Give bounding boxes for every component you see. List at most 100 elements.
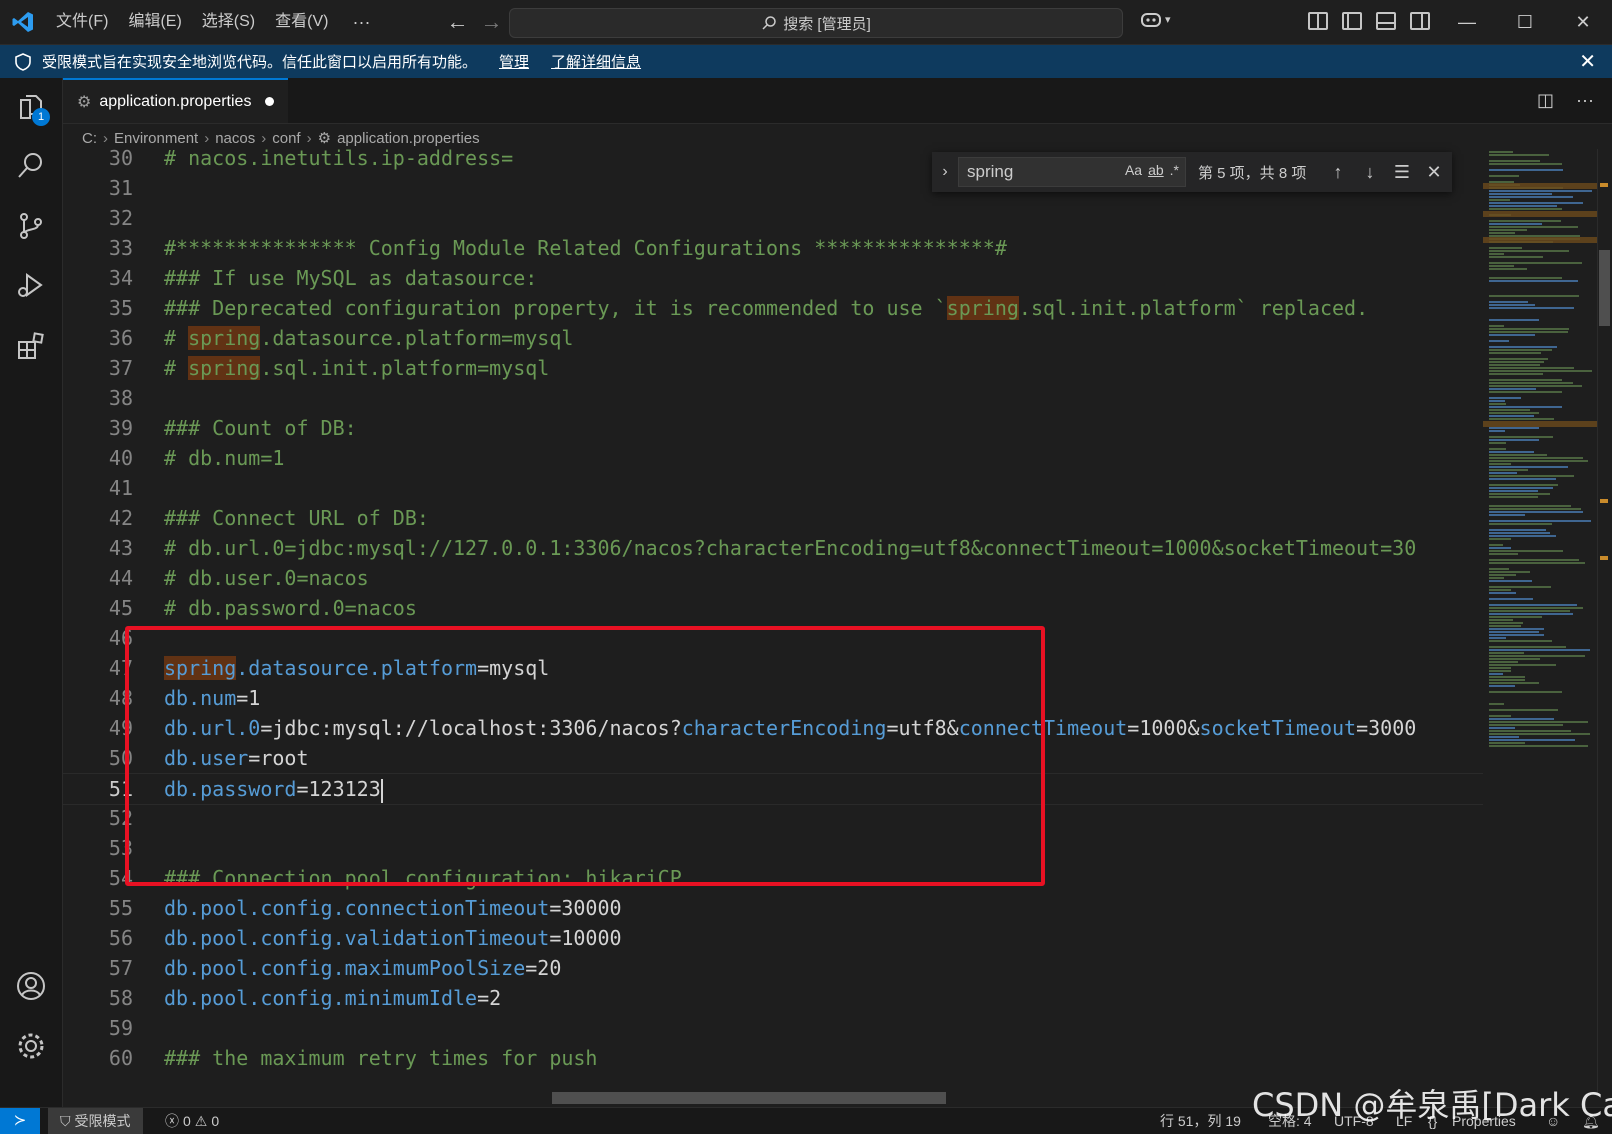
remote-indicator-icon[interactable]: ≻	[0, 1108, 40, 1134]
find-input[interactable]: spring Aa ab .*	[958, 157, 1186, 187]
tab-application-properties[interactable]: ⚙ application.properties	[63, 78, 288, 123]
code-line[interactable]: 52	[63, 803, 1483, 833]
minimap[interactable]	[1483, 149, 1597, 1094]
code-line[interactable]: 49 db.url.0=jdbc:mysql://localhost:3306/n…	[63, 713, 1483, 743]
code-text[interactable]: ### Connection pool configuration: hikar…	[164, 863, 682, 893]
command-search-box[interactable]: 搜索 [管理员]	[509, 8, 1123, 38]
code-text[interactable]: db.pool.config.connectionTimeout=30000	[164, 893, 622, 923]
code-line[interactable]: 37 # spring.sql.init.platform=mysql	[63, 353, 1483, 383]
code-line[interactable]: 56 db.pool.config.validationTimeout=10000	[63, 923, 1483, 953]
close-window-icon[interactable]: ✕	[1554, 0, 1612, 44]
back-arrow-icon[interactable]: ←	[440, 9, 474, 35]
code-line[interactable]: 39 ### Count of DB:	[63, 413, 1483, 443]
extensions-icon[interactable]	[15, 330, 47, 362]
code-line[interactable]: 44 # db.user.0=nacos	[63, 563, 1483, 593]
maximize-icon[interactable]: ☐	[1496, 0, 1554, 44]
horizontal-scroll-thumb[interactable]	[552, 1092, 946, 1104]
breadcrumb-item[interactable]: Environment	[114, 130, 198, 147]
accounts-icon[interactable]	[15, 970, 47, 1002]
close-find-icon[interactable]: ✕	[1418, 162, 1450, 183]
minimize-icon[interactable]: —	[1438, 0, 1496, 44]
cursor-position[interactable]: 行 51，列 19	[1160, 1108, 1241, 1134]
code-line[interactable]: 60 ### the maximum retry times for push	[63, 1043, 1483, 1073]
code-line[interactable]: 42 ### Connect URL of DB:	[63, 503, 1483, 533]
match-case-icon[interactable]: Aa	[1125, 162, 1142, 178]
breadcrumb-item[interactable]: nacos	[215, 130, 255, 147]
code-text[interactable]: db.pool.config.minimumIdle=2	[164, 983, 501, 1013]
code-text[interactable]: # spring.sql.init.platform=mysql	[164, 353, 549, 383]
code-line[interactable]: 53	[63, 833, 1483, 863]
toggle-sidebar-icon[interactable]	[1342, 12, 1362, 30]
toggle-secondary-sidebar-icon[interactable]	[1410, 12, 1430, 30]
menu-select[interactable]: 选择(S)	[192, 0, 265, 44]
breadcrumb-item[interactable]: application.properties	[337, 130, 480, 147]
run-debug-icon[interactable]	[15, 270, 47, 302]
find-in-selection-icon[interactable]: ☰	[1386, 162, 1418, 183]
code-line[interactable]: 32	[63, 203, 1483, 233]
code-line[interactable]: 33 #*************** Config Module Related…	[63, 233, 1483, 263]
code-line[interactable]: 41	[63, 473, 1483, 503]
copilot-status-icon[interactable]: ☺	[1546, 1108, 1560, 1134]
split-editor-icon[interactable]: ◫	[1537, 90, 1554, 111]
unsaved-dot-icon[interactable]	[265, 97, 275, 106]
code-text[interactable]: # db.password.0=nacos	[164, 593, 417, 623]
settings-gear-icon[interactable]	[15, 1030, 47, 1062]
manage-link[interactable]: 管理	[499, 51, 529, 72]
restricted-mode-status[interactable]: ⛉ 受限模式	[48, 1108, 143, 1134]
copilot-menu[interactable]: ▾	[1140, 10, 1171, 28]
learn-more-link[interactable]: 了解详细信息	[551, 51, 641, 72]
code-line[interactable]: 57 db.pool.config.maximumPoolSize=20	[63, 953, 1483, 983]
code-text[interactable]: db.num=1	[164, 683, 260, 713]
code-text[interactable]: # nacos.inetutils.ip-address=	[164, 149, 513, 173]
code-line[interactable]: 43 # db.url.0=jdbc:mysql://127.0.0.1:3306…	[63, 533, 1483, 563]
source-control-icon[interactable]	[15, 210, 47, 242]
code-text[interactable]: ### Connect URL of DB:	[164, 503, 429, 533]
next-match-arrow-down-icon[interactable]: ↓	[1354, 162, 1386, 183]
code-text[interactable]: # spring.datasource.platform=mysql	[164, 323, 573, 353]
menu-edit[interactable]: 编辑(E)	[118, 0, 191, 44]
code-line[interactable]: 47 spring.datasource.platform=mysql	[63, 653, 1483, 683]
code-text[interactable]: # db.num=1	[164, 443, 284, 473]
code-text[interactable]: db.password=123123	[164, 774, 383, 804]
menu-more[interactable]: ···	[338, 12, 384, 33]
more-actions-icon[interactable]: ···	[1576, 90, 1594, 111]
code-line[interactable]: 46	[63, 623, 1483, 653]
code-text[interactable]: db.user=root	[164, 743, 309, 773]
forward-arrow-icon[interactable]: →	[474, 9, 508, 35]
code-text[interactable]: ### Deprecated configuration property, i…	[164, 293, 1368, 323]
eol-status[interactable]: LF	[1396, 1108, 1412, 1134]
breadcrumb-item[interactable]: conf	[272, 130, 300, 147]
code-text[interactable]: db.url.0=jdbc:mysql://localhost:3306/nac…	[164, 713, 1416, 743]
code-line[interactable]: 48 db.num=1	[63, 683, 1483, 713]
code-line[interactable]: 38	[63, 383, 1483, 413]
encoding-status[interactable]: UTF-8	[1334, 1108, 1374, 1134]
code-text[interactable]: spring.datasource.platform=mysql	[164, 653, 549, 683]
code-line[interactable]: 54 ### Connection pool configuration: hik…	[63, 863, 1483, 893]
code-text[interactable]: ### the maximum retry times for push	[164, 1043, 597, 1073]
close-banner-icon[interactable]: ✕	[1579, 49, 1596, 74]
menu-file[interactable]: 文件(F)	[46, 0, 118, 44]
match-whole-word-icon[interactable]: ab	[1148, 162, 1164, 178]
code-line[interactable]: 55 db.pool.config.connectionTimeout=30000	[63, 893, 1483, 923]
vertical-scroll-thumb[interactable]	[1599, 250, 1610, 326]
problems-status[interactable]: ⓧ 0 ⚠ 0	[165, 1108, 219, 1134]
breadcrumb-item[interactable]: C:	[82, 130, 97, 147]
code-text[interactable]: ### If use MySQL as datasource:	[164, 263, 537, 293]
indentation-status[interactable]: 空格: 4	[1268, 1108, 1312, 1134]
code-text[interactable]: ### Count of DB:	[164, 413, 357, 443]
code-text[interactable]: db.pool.config.maximumPoolSize=20	[164, 953, 561, 983]
previous-match-arrow-up-icon[interactable]: ↑	[1322, 162, 1354, 183]
search-icon[interactable]	[15, 150, 47, 182]
menu-view[interactable]: 查看(V)	[265, 0, 338, 44]
code-line[interactable]: 34 ### If use MySQL as datasource:	[63, 263, 1483, 293]
toggle-replace-chevron-icon[interactable]: ›	[932, 163, 958, 181]
customize-layout-icon[interactable]	[1308, 12, 1328, 30]
code-text[interactable]: # db.url.0=jdbc:mysql://127.0.0.1:3306/n…	[164, 533, 1416, 563]
code-line[interactable]: 58 db.pool.config.minimumIdle=2	[63, 983, 1483, 1013]
notifications-bell-icon[interactable]: 🔔︎	[1582, 1108, 1600, 1134]
toggle-panel-icon[interactable]	[1376, 12, 1396, 30]
code-text[interactable]: #*************** Config Module Related C…	[164, 233, 1007, 263]
use-regex-icon[interactable]: .*	[1170, 162, 1179, 178]
code-text[interactable]: db.pool.config.validationTimeout=10000	[164, 923, 622, 953]
code-line[interactable]: 51 db.password=123123	[63, 773, 1483, 805]
